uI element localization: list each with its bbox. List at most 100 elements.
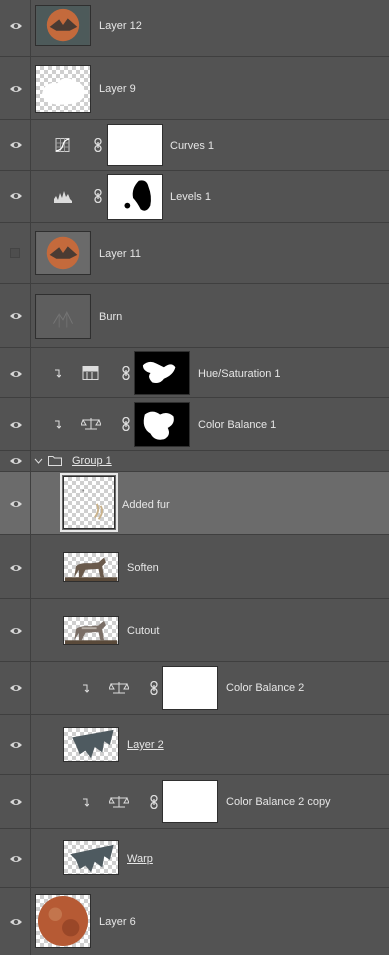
eye-icon[interactable] <box>9 369 23 379</box>
eye-icon[interactable] <box>9 456 23 466</box>
layers-panel: Layer 12 Layer 9 Curves 1 Levels 1 Layer… <box>0 0 389 955</box>
link-icon[interactable] <box>94 189 102 203</box>
visibility-cell[interactable] <box>0 775 31 828</box>
layer-row-added-fur[interactable]: Added fur <box>0 472 389 535</box>
layer-mask-thumbnail[interactable] <box>134 402 190 447</box>
layer-row-layer-11[interactable]: Layer 11 <box>0 223 389 284</box>
layer-name[interactable]: Color Balance 2 <box>226 682 304 694</box>
visibility-cell[interactable] <box>0 223 31 283</box>
layer-row-curves-1[interactable]: Curves 1 <box>0 120 389 171</box>
clipping-arrow-icon <box>55 369 61 378</box>
color-balance-icon <box>109 796 129 808</box>
visibility-cell[interactable] <box>0 888 31 955</box>
chevron-down-icon[interactable] <box>34 458 43 464</box>
layer-name[interactable]: Color Balance 2 copy <box>226 796 331 808</box>
eye-icon[interactable] <box>9 854 23 864</box>
layer-name[interactable]: Curves 1 <box>170 140 214 152</box>
layer-row-layer-12[interactable]: Layer 12 <box>0 0 389 57</box>
layer-mask-thumbnail[interactable] <box>134 351 190 395</box>
eye-icon[interactable] <box>9 191 23 201</box>
link-icon[interactable] <box>122 366 130 380</box>
link-icon[interactable] <box>94 138 102 152</box>
layer-name[interactable]: Hue/Saturation 1 <box>198 368 281 380</box>
layer-name[interactable]: Layer 6 <box>99 916 136 928</box>
visibility-cell[interactable] <box>0 0 31 56</box>
layer-thumbnail[interactable] <box>63 552 119 582</box>
layer-row-color-balance-2-copy[interactable]: Color Balance 2 copy <box>0 775 389 829</box>
eye-icon[interactable] <box>9 740 23 750</box>
visibility-toggle-off[interactable] <box>10 248 20 258</box>
layer-thumbnail[interactable] <box>35 5 91 46</box>
layer-row-cutout[interactable]: Cutout <box>0 599 389 662</box>
visibility-cell[interactable] <box>0 451 31 471</box>
layer-name[interactable]: Color Balance 1 <box>198 419 276 431</box>
link-icon[interactable] <box>150 681 158 695</box>
layer-name[interactable]: Layer 9 <box>99 83 136 95</box>
layer-row-group-1[interactable]: Group 1 <box>0 451 389 472</box>
layer-name[interactable]: Levels 1 <box>170 191 211 203</box>
layer-row-soften[interactable]: Soften <box>0 535 389 599</box>
visibility-cell[interactable] <box>0 348 31 397</box>
visibility-cell[interactable] <box>0 829 31 887</box>
layer-mask-thumbnail[interactable] <box>107 174 163 220</box>
visibility-cell[interactable] <box>0 662 31 714</box>
visibility-cell[interactable] <box>0 715 31 774</box>
layer-thumbnail[interactable] <box>63 840 119 875</box>
layer-row-color-balance-1[interactable]: Color Balance 1 <box>0 398 389 451</box>
visibility-cell[interactable] <box>0 120 31 170</box>
layer-row-hue-saturation-1[interactable]: Hue/Saturation 1 <box>0 348 389 398</box>
layer-name[interactable]: Burn <box>99 311 122 323</box>
levels-icon <box>54 191 72 203</box>
eye-icon[interactable] <box>9 420 23 430</box>
eye-icon[interactable] <box>9 84 23 94</box>
layer-mask-thumbnail[interactable] <box>107 124 163 166</box>
layer-row-burn[interactable]: Burn <box>0 284 389 348</box>
layer-row-levels-1[interactable]: Levels 1 <box>0 171 389 223</box>
layer-row-color-balance-2[interactable]: Color Balance 2 <box>0 662 389 715</box>
eye-icon[interactable] <box>9 499 23 509</box>
layer-name[interactable]: Cutout <box>127 625 159 637</box>
layer-name[interactable]: Layer 11 <box>99 248 141 260</box>
layer-name[interactable]: Warp <box>127 853 153 865</box>
link-icon[interactable] <box>150 795 158 809</box>
clipping-arrow-icon <box>55 420 61 429</box>
layer-thumbnail[interactable] <box>35 65 91 113</box>
layer-name[interactable]: Added fur <box>122 499 170 511</box>
eye-icon[interactable] <box>9 311 23 321</box>
layer-thumbnail[interactable] <box>63 616 119 645</box>
color-balance-icon <box>109 682 129 694</box>
layer-row-layer-2[interactable]: Layer 2 <box>0 715 389 775</box>
layer-thumbnail[interactable] <box>35 294 91 339</box>
visibility-cell[interactable] <box>0 599 31 661</box>
eye-icon[interactable] <box>9 626 23 636</box>
layer-name[interactable]: Group 1 <box>72 455 112 467</box>
eye-icon[interactable] <box>9 563 23 573</box>
link-icon[interactable] <box>122 417 130 431</box>
layer-thumbnail[interactable] <box>63 727 119 762</box>
hue-saturation-icon <box>82 366 99 380</box>
layer-row-layer-9[interactable]: Layer 9 <box>0 57 389 120</box>
layer-thumbnail[interactable] <box>35 894 91 948</box>
layer-row-warp[interactable]: Warp <box>0 829 389 888</box>
layer-name[interactable]: Soften <box>127 562 159 574</box>
layer-thumbnail[interactable] <box>35 231 91 275</box>
eye-icon[interactable] <box>9 21 23 31</box>
visibility-cell[interactable] <box>0 171 31 222</box>
visibility-cell[interactable] <box>0 57 31 119</box>
layer-row-layer-6[interactable]: Layer 6 <box>0 888 389 955</box>
eye-icon[interactable] <box>9 683 23 693</box>
clipping-arrow-icon <box>83 684 89 693</box>
layer-thumbnail[interactable] <box>60 473 118 532</box>
layer-name[interactable]: Layer 2 <box>127 739 164 751</box>
eye-icon[interactable] <box>9 797 23 807</box>
visibility-cell[interactable] <box>0 284 31 347</box>
visibility-cell[interactable] <box>0 535 31 598</box>
eye-icon[interactable] <box>9 140 23 150</box>
clipping-arrow-icon <box>83 798 89 807</box>
eye-icon[interactable] <box>9 917 23 927</box>
visibility-cell[interactable] <box>0 472 31 534</box>
layer-name[interactable]: Layer 12 <box>99 20 142 32</box>
layer-mask-thumbnail[interactable] <box>162 780 218 823</box>
layer-mask-thumbnail[interactable] <box>162 666 218 710</box>
visibility-cell[interactable] <box>0 398 31 450</box>
